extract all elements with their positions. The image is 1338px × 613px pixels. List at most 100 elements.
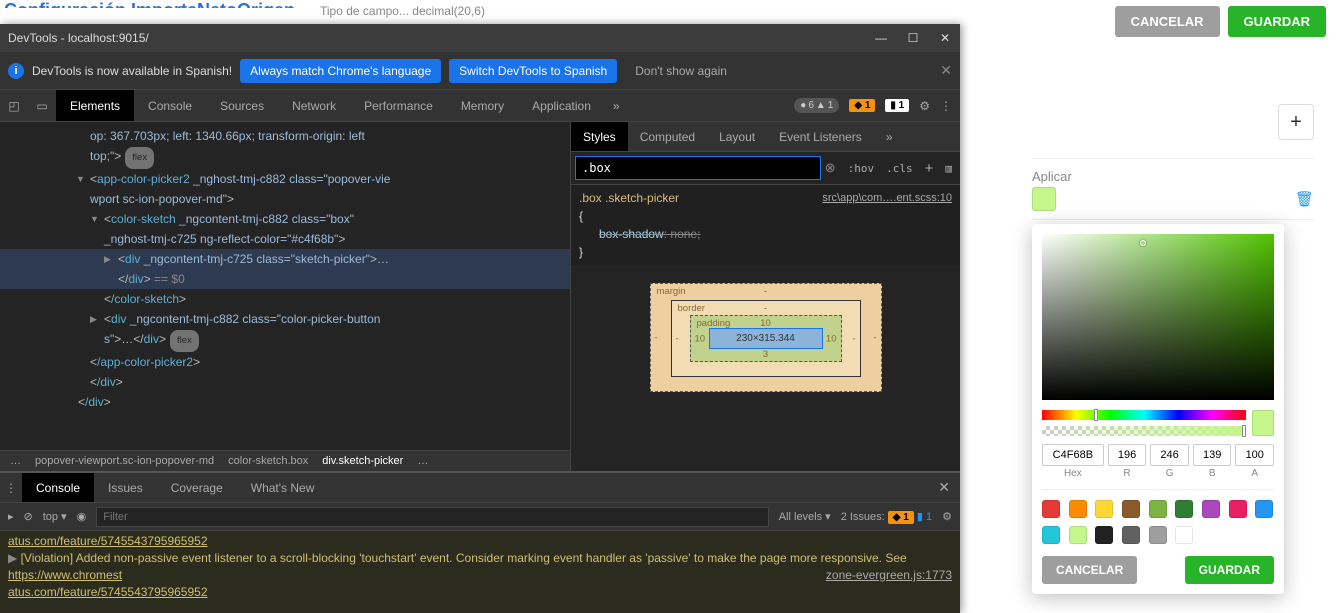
tab-console[interactable]: Console [134, 90, 206, 121]
info-icon: i [8, 63, 24, 79]
styles-filter-input[interactable] [575, 156, 821, 180]
crumb[interactable]: div.sketch-picker [322, 455, 403, 467]
preset-swatch[interactable] [1122, 500, 1140, 518]
hex-label: Hex [1042, 468, 1104, 479]
preset-swatch[interactable] [1149, 500, 1167, 518]
alpha-thumb [1242, 425, 1246, 437]
inspect-icon[interactable]: ◰ [0, 90, 28, 121]
clear-console-icon[interactable]: ⊘ [24, 510, 33, 523]
settings-icon[interactable]: ⚙ [919, 99, 930, 113]
tab-memory[interactable]: Memory [447, 90, 518, 121]
dont-show-button[interactable]: Don't show again [625, 59, 737, 83]
close-icon[interactable]: ✕ [938, 31, 952, 45]
box-model: margin--- border--- padding 10 10 10 3 2… [650, 283, 882, 392]
side-tab-event-listeners[interactable]: Event Listeners [767, 122, 874, 151]
lang-message: DevTools is now available in Spanish! [32, 64, 232, 78]
preset-swatch[interactable] [1122, 526, 1140, 544]
console-settings-icon[interactable]: ⚙ [942, 510, 952, 523]
saturation-area[interactable] [1042, 234, 1274, 400]
preset-swatch[interactable] [1095, 500, 1113, 518]
info-badge[interactable]: ▮ 1 [885, 99, 909, 112]
drawer-tab-coverage[interactable]: Coverage [157, 473, 237, 502]
side-tab-computed[interactable]: Computed [628, 122, 707, 151]
computed-toggle-icon[interactable]: ▥ [941, 162, 956, 175]
picker-save-button[interactable]: GUARDAR [1185, 556, 1274, 584]
color-swatch[interactable] [1032, 187, 1056, 211]
preset-swatch[interactable] [1255, 500, 1273, 518]
levels-selector[interactable]: All levels ▾ [779, 510, 831, 523]
css-rule[interactable]: .box .sketch-pickersrc\app\com….ent.scss… [571, 185, 960, 265]
preset-swatch[interactable] [1229, 500, 1247, 518]
more-tabs-icon[interactable]: » [605, 90, 628, 121]
live-expression-icon[interactable]: ◉ [77, 510, 87, 523]
a-input[interactable] [1235, 444, 1274, 466]
delete-icon[interactable]: 🗑 [1295, 190, 1314, 208]
side-tab-styles[interactable]: Styles [571, 122, 628, 151]
preset-swatch[interactable] [1069, 526, 1087, 544]
color-picker: Hex R G B A CANCELAR GUARDAR [1032, 224, 1284, 594]
drawer-tab-whatsnew[interactable]: What's New [237, 473, 329, 502]
alpha-slider[interactable] [1042, 426, 1246, 436]
drawer-tab-issues[interactable]: Issues [94, 473, 157, 502]
crumb[interactable]: … [417, 455, 428, 467]
drawer-close-icon[interactable]: ✕ [928, 473, 960, 502]
drawer-menu-icon[interactable]: ⋮ [0, 473, 22, 502]
r-input[interactable] [1108, 444, 1147, 466]
preset-swatch[interactable] [1175, 526, 1193, 544]
preset-swatch[interactable] [1069, 500, 1087, 518]
console-filter-input[interactable] [96, 507, 768, 527]
save-button[interactable]: GUARDAR [1228, 6, 1326, 37]
tab-network[interactable]: Network [278, 90, 350, 121]
menu-icon[interactable]: ⋮ [940, 99, 952, 113]
tab-sources[interactable]: Sources [206, 90, 278, 121]
hex-input[interactable] [1042, 444, 1104, 466]
match-lang-button[interactable]: Always match Chrome's language [240, 59, 441, 83]
preset-swatch[interactable] [1175, 500, 1193, 518]
switch-lang-button[interactable]: Switch DevTools to Spanish [449, 59, 617, 83]
g-input[interactable] [1150, 444, 1189, 466]
context-selector[interactable]: top ▾ [43, 510, 67, 523]
crumb[interactable]: popover-viewport.sc-ion-popover-md [35, 455, 214, 467]
b-input[interactable] [1193, 444, 1232, 466]
minimize-icon[interactable]: — [874, 31, 888, 45]
issues-link[interactable]: 2 Issues: ◆ 1 ▮ 1 [841, 510, 932, 523]
side-more-icon[interactable]: » [874, 122, 905, 151]
hue-thumb [1094, 409, 1098, 421]
new-rule-icon[interactable]: + [921, 160, 938, 177]
preset-swatch[interactable] [1042, 500, 1060, 518]
cls-toggle[interactable]: .cls [882, 162, 917, 175]
lang-close-icon[interactable]: ✕ [940, 62, 952, 79]
clear-filter-icon[interactable]: ⊗ [825, 160, 836, 176]
preset-swatch[interactable] [1042, 526, 1060, 544]
crumb[interactable]: color-sketch.box [228, 455, 308, 467]
cancel-button[interactable]: CANCELAR [1115, 6, 1220, 37]
hue-slider[interactable] [1042, 410, 1246, 420]
plus-icon: + [1290, 111, 1302, 134]
warn-badge[interactable]: ◆ 1 [849, 99, 875, 112]
devtools-titlebar: DevTools - localhost:9015/ — ☐ ✕ [0, 24, 960, 52]
tab-performance[interactable]: Performance [350, 90, 447, 121]
dom-count: ● 6 ▲ 1 [794, 98, 839, 113]
preset-swatch[interactable] [1095, 526, 1113, 544]
breadcrumb[interactable]: … popover-viewport.sc-ion-popover-md color… [0, 450, 570, 471]
crumb[interactable]: … [10, 455, 21, 467]
hov-toggle[interactable]: :hov [844, 162, 879, 175]
field-type-hint: Tipo de campo... decimal(20,6) [320, 4, 485, 18]
tab-elements[interactable]: Elements [56, 90, 134, 121]
side-tab-layout[interactable]: Layout [707, 122, 767, 151]
picker-cancel-button[interactable]: CANCELAR [1042, 556, 1137, 584]
add-button[interactable]: + [1278, 104, 1314, 140]
device-icon[interactable]: ▭ [28, 90, 56, 121]
devtools-window: DevTools - localhost:9015/ — ☐ ✕ i DevTo… [0, 24, 960, 613]
saturation-cursor [1140, 240, 1146, 246]
devtools-title: DevTools - localhost:9015/ [8, 31, 149, 45]
preset-swatch[interactable] [1149, 526, 1167, 544]
sidebar-toggle-icon[interactable]: ▸ [8, 510, 14, 523]
dom-tree[interactable]: op: 367.703px; left: 1340.66px; transfor… [0, 122, 570, 450]
preset-swatch[interactable] [1202, 500, 1220, 518]
maximize-icon[interactable]: ☐ [906, 31, 920, 45]
current-color-swatch [1252, 410, 1274, 436]
console-output[interactable]: atus.com/feature/5745543795965952 ▶ [Vio… [0, 531, 960, 613]
tab-application[interactable]: Application [518, 90, 605, 121]
drawer-tab-console[interactable]: Console [22, 473, 94, 502]
